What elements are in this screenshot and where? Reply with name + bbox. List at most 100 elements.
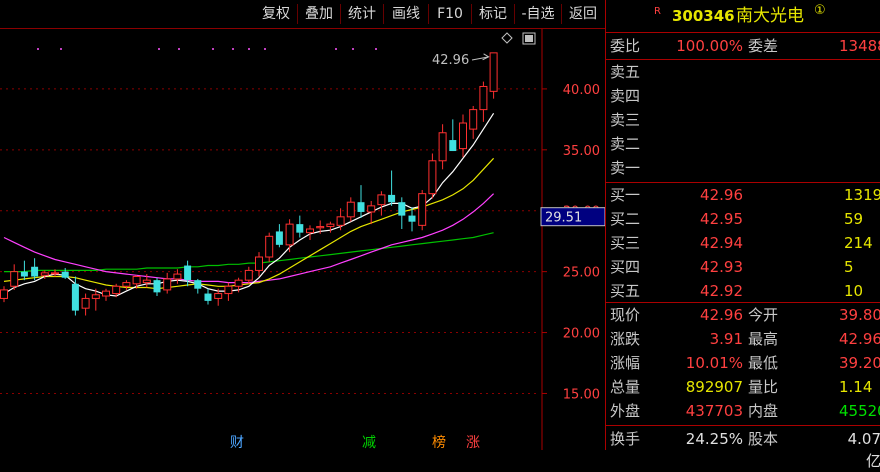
- weicha-value: 13488: [839, 37, 880, 55]
- stat-value: 3.91: [709, 330, 743, 348]
- ask-row: 卖四: [606, 85, 880, 107]
- fuquan-button[interactable]: 复权: [255, 3, 297, 25]
- candle-body-down: [296, 224, 304, 233]
- ask-row: 卖一: [606, 157, 880, 179]
- candle-body-up: [0, 289, 8, 299]
- bid-price: 42.95: [700, 210, 743, 228]
- candle-body-down: [31, 266, 39, 277]
- candle-body-up: [469, 109, 478, 130]
- kline-chart[interactable]: 40.0035.0030.0025.0020.0015.0042.9629.51…: [0, 0, 605, 450]
- ask-row: 卖二: [606, 133, 880, 155]
- bid-row: 买一 42.96 13194: [606, 184, 880, 206]
- candle-body-down: [398, 202, 406, 216]
- divider: [606, 182, 880, 183]
- diamond-icon[interactable]: [501, 32, 513, 44]
- high-arrow-icon: [482, 53, 490, 61]
- candle-body-up: [418, 193, 427, 226]
- weibi-label: 委比: [610, 37, 641, 55]
- bid-label: 买一: [610, 186, 641, 204]
- candle-body-up: [224, 285, 233, 295]
- back-button[interactable]: 返回: [562, 3, 604, 25]
- stat-label: 现价: [610, 306, 641, 324]
- stat-row: 涨跌 3.91 最高 42.96: [606, 328, 880, 350]
- candle-body-down: [194, 280, 202, 289]
- candle-body-up: [428, 160, 437, 195]
- remove-watchlist-button[interactable]: -自选: [515, 3, 561, 25]
- stat-row: 涨幅 10.01% 最低 39.20: [606, 352, 880, 374]
- event-dot: [352, 48, 354, 50]
- kline-svg[interactable]: 40.0035.0030.0025.0020.0015.0042.9629.51…: [0, 0, 605, 450]
- event-marker[interactable]: 减: [362, 435, 376, 450]
- stat-row: 总量 892907 量比 1.14: [606, 376, 880, 398]
- candle-body-up: [346, 201, 355, 218]
- divider: [606, 32, 880, 33]
- candle-body-up: [336, 216, 345, 226]
- candle-body-down: [357, 202, 365, 212]
- stat-label: 量比: [748, 378, 779, 396]
- bid-row: 买二 42.95 59: [606, 208, 880, 230]
- stat-label: 换手: [610, 430, 641, 448]
- candle-body-up: [91, 294, 100, 299]
- candle-body-up: [265, 235, 274, 258]
- bid-label: 买四: [610, 258, 641, 276]
- stat-label: 最高: [748, 330, 779, 348]
- stat-row: 换手 24.25% 股本 4.07亿: [606, 428, 880, 470]
- stat-value: 42.96: [839, 330, 880, 348]
- stat-value: 42.96: [700, 306, 743, 324]
- stat-value: 4.07亿: [847, 430, 880, 470]
- event-marker[interactable]: 财: [230, 435, 244, 450]
- stat-label: 外盘: [610, 402, 641, 420]
- stat-label: 最低: [748, 354, 779, 372]
- ask-row: 卖三: [606, 109, 880, 131]
- candle-body-up: [459, 122, 467, 150]
- candle-body-up: [489, 52, 498, 92]
- candle-body-up: [10, 271, 19, 287]
- candle-body-up: [326, 223, 335, 228]
- event-marker[interactable]: 涨: [466, 435, 480, 450]
- event-dot: [375, 48, 377, 50]
- event-dot: [232, 48, 234, 50]
- bid-label: 买五: [610, 282, 641, 300]
- stat-value: 10.01%: [685, 354, 743, 372]
- candle-body-up: [122, 282, 131, 287]
- event-dot: [178, 48, 180, 50]
- candle-body-up: [438, 132, 447, 162]
- ask-label: 卖五: [610, 63, 641, 81]
- ask-label: 卖三: [610, 111, 641, 129]
- candle-body-down: [184, 265, 192, 281]
- event-dot: [335, 48, 337, 50]
- candle-body-down: [61, 271, 69, 278]
- bid-label: 买二: [610, 210, 641, 228]
- stat-value: 455204: [839, 402, 880, 420]
- candle-body-up: [306, 228, 314, 234]
- weibi-value: 100.00%: [676, 37, 743, 55]
- draw-line-button[interactable]: 画线: [384, 3, 428, 25]
- candle-body-down: [20, 271, 28, 277]
- statistics-button[interactable]: 统计: [341, 3, 383, 25]
- y-tick-label: 25.00: [563, 266, 600, 281]
- stat-label: 今开: [748, 306, 779, 324]
- quote-panel: R 300346 南大光电 ① 委比 100.00% 委差 13488 卖五卖四…: [605, 0, 880, 470]
- bid-volume: 214: [844, 234, 873, 252]
- event-marker[interactable]: 榜: [432, 434, 446, 450]
- candle-body-up: [173, 273, 182, 280]
- stock-header: R 300346 南大光电 ①: [606, 3, 880, 29]
- stat-label: 涨跌: [610, 330, 641, 348]
- stock-name: 南大光电: [736, 6, 804, 26]
- overlay-button[interactable]: 叠加: [298, 3, 340, 25]
- ask-label: 卖二: [610, 135, 641, 153]
- candle-body-up: [255, 256, 263, 271]
- y-tick-label: 35.00: [563, 144, 600, 159]
- stat-label: 总量: [610, 378, 641, 396]
- candle-body-down: [388, 194, 396, 203]
- candle-body-down: [449, 140, 457, 152]
- f10-button[interactable]: F10: [429, 3, 471, 25]
- candle-body-up: [142, 279, 151, 284]
- candle-body-up: [479, 85, 488, 111]
- divider: [606, 425, 880, 426]
- current-price-label: 29.51: [545, 211, 582, 226]
- ask-label: 卖一: [610, 159, 641, 177]
- bid-row: 买三 42.94 214: [606, 232, 880, 254]
- mark-button[interactable]: 标记: [472, 3, 514, 25]
- bid-price: 42.94: [700, 234, 743, 252]
